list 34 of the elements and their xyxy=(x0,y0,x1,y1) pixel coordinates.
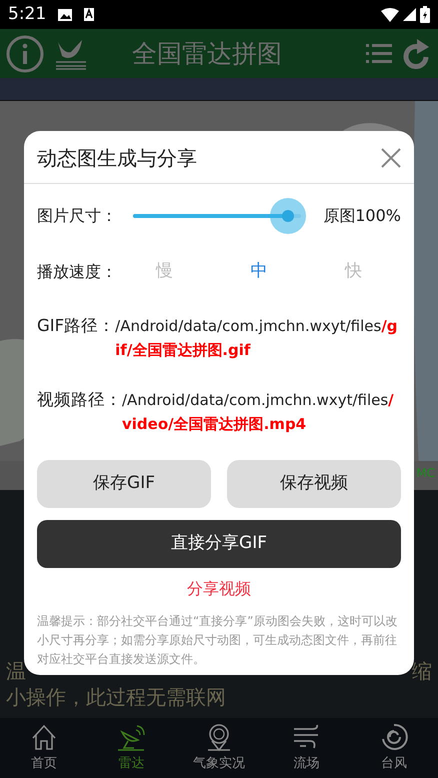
app-title: 全国雷达拼图 xyxy=(131,38,283,70)
info-icon[interactable] xyxy=(6,34,44,72)
size-reading: 原图100% xyxy=(323,205,401,227)
font-icon xyxy=(84,8,94,21)
nav-tab[interactable]: 台风 xyxy=(350,718,438,778)
path-label: GIF路径： xyxy=(37,315,116,337)
nav-tab[interactable]: 流场 xyxy=(262,718,350,778)
path-label: 视频路径： xyxy=(37,389,122,411)
speed-label: 播放速度： xyxy=(37,261,117,283)
spiral-icon xyxy=(379,722,410,752)
path-text: /Android/data/com.jmchn.wxyt/files/video/全国雷达拼图.mp4 xyxy=(122,390,395,435)
share-link[interactable]: 分享视频 xyxy=(181,576,257,602)
notice-text: 缩 xyxy=(412,658,432,685)
tip-text: 温馨提示：部分社交平台通过“直接分享”原动图会失败，这时可以改小尺寸再分享；如需分享原始尺寸动图，可生成动态图文件，再前往对应社交平台直接发送源文件。 xyxy=(37,613,398,668)
size-label: 图片尺寸： xyxy=(37,205,117,227)
save-button[interactable]: 保存视频 xyxy=(227,460,401,508)
path-text: /Android/data/com.jmchn.wxyt/files/gif/全国雷达拼图.gif xyxy=(115,316,399,361)
nav-tab[interactable]: 首页 xyxy=(0,718,88,778)
battery-icon xyxy=(420,6,430,23)
image-icon xyxy=(58,8,72,20)
notice-text: 温 xyxy=(6,658,26,685)
dialog-title: 动态图生成与分享 xyxy=(37,145,197,172)
share-button[interactable]: 直接分享GIF xyxy=(37,520,401,568)
wifi-icon xyxy=(381,8,399,22)
save-button[interactable]: 保存GIF xyxy=(37,460,211,508)
close-icon[interactable] xyxy=(380,147,402,169)
nav-tab[interactable]: 气象实况 xyxy=(175,718,263,778)
signal-icon xyxy=(403,8,416,21)
speed-option[interactable]: 中 xyxy=(212,258,306,286)
map-credit-text: MC xyxy=(416,465,435,482)
nav-tab[interactable]: 雷达 xyxy=(88,718,176,778)
clock-text: 5:21 xyxy=(8,2,46,26)
list-icon[interactable] xyxy=(366,42,392,64)
notice-text: 小操作，此过程无需联网 xyxy=(6,684,227,711)
